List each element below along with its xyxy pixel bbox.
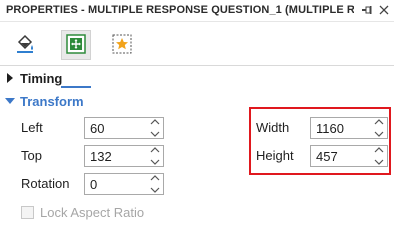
tab-style[interactable] xyxy=(107,30,137,60)
rotation-value: 0 xyxy=(90,177,98,192)
width-spinbox[interactable]: 1160 xyxy=(310,117,388,139)
spin-down-icon[interactable] xyxy=(374,159,384,165)
left-spinbox[interactable]: 60 xyxy=(84,117,164,139)
lock-aspect-ratio-checkbox[interactable] xyxy=(21,206,34,219)
paint-bucket-icon xyxy=(14,33,36,58)
height-label: Height xyxy=(256,148,294,163)
lock-aspect-ratio-label: Lock Aspect Ratio xyxy=(40,205,145,220)
spin-up-icon[interactable] xyxy=(374,119,384,125)
spin-up-icon[interactable] xyxy=(150,119,160,125)
panel-title: PROPERTIES - MULTIPLE RESPONSE QUESTION_… xyxy=(6,4,354,16)
tab-fill[interactable] xyxy=(10,30,40,60)
rotation-label: Rotation xyxy=(21,176,70,191)
property-tabs xyxy=(0,22,394,88)
section-timing[interactable]: Timing xyxy=(0,68,394,88)
spin-down-icon[interactable] xyxy=(150,159,160,165)
left-label: Left xyxy=(21,120,43,135)
height-spinbox[interactable]: 457 xyxy=(310,145,388,167)
section-timing-label: Timing xyxy=(20,70,63,86)
top-spinbox[interactable]: 132 xyxy=(84,145,164,167)
spin-down-icon[interactable] xyxy=(150,131,160,137)
chevron-right-icon xyxy=(0,73,20,83)
spin-up-icon[interactable] xyxy=(374,147,384,153)
spin-down-icon[interactable] xyxy=(374,131,384,137)
height-value: 457 xyxy=(316,149,338,164)
section-transform-label: Transform xyxy=(20,93,84,109)
spin-down-icon[interactable] xyxy=(150,187,160,193)
panel-title-bar: PROPERTIES - MULTIPLE RESPONSE QUESTION_… xyxy=(0,0,394,22)
top-value: 132 xyxy=(90,149,112,164)
section-transform[interactable]: Transform xyxy=(0,91,394,111)
left-value: 60 xyxy=(90,121,105,136)
lock-aspect-ratio-row: Lock Aspect Ratio xyxy=(21,205,144,220)
chevron-down-icon xyxy=(0,97,20,105)
top-label: Top xyxy=(21,148,42,163)
tab-size-position[interactable] xyxy=(61,30,91,60)
spin-up-icon[interactable] xyxy=(150,147,160,153)
rotation-spinbox[interactable]: 0 xyxy=(84,173,164,195)
width-label: Width xyxy=(256,120,290,135)
pin-icon[interactable] xyxy=(360,3,374,17)
star-icon xyxy=(111,33,133,58)
size-position-icon xyxy=(66,33,86,57)
spin-up-icon[interactable] xyxy=(150,175,160,181)
width-value: 1160 xyxy=(316,121,344,136)
close-icon[interactable] xyxy=(377,3,391,17)
